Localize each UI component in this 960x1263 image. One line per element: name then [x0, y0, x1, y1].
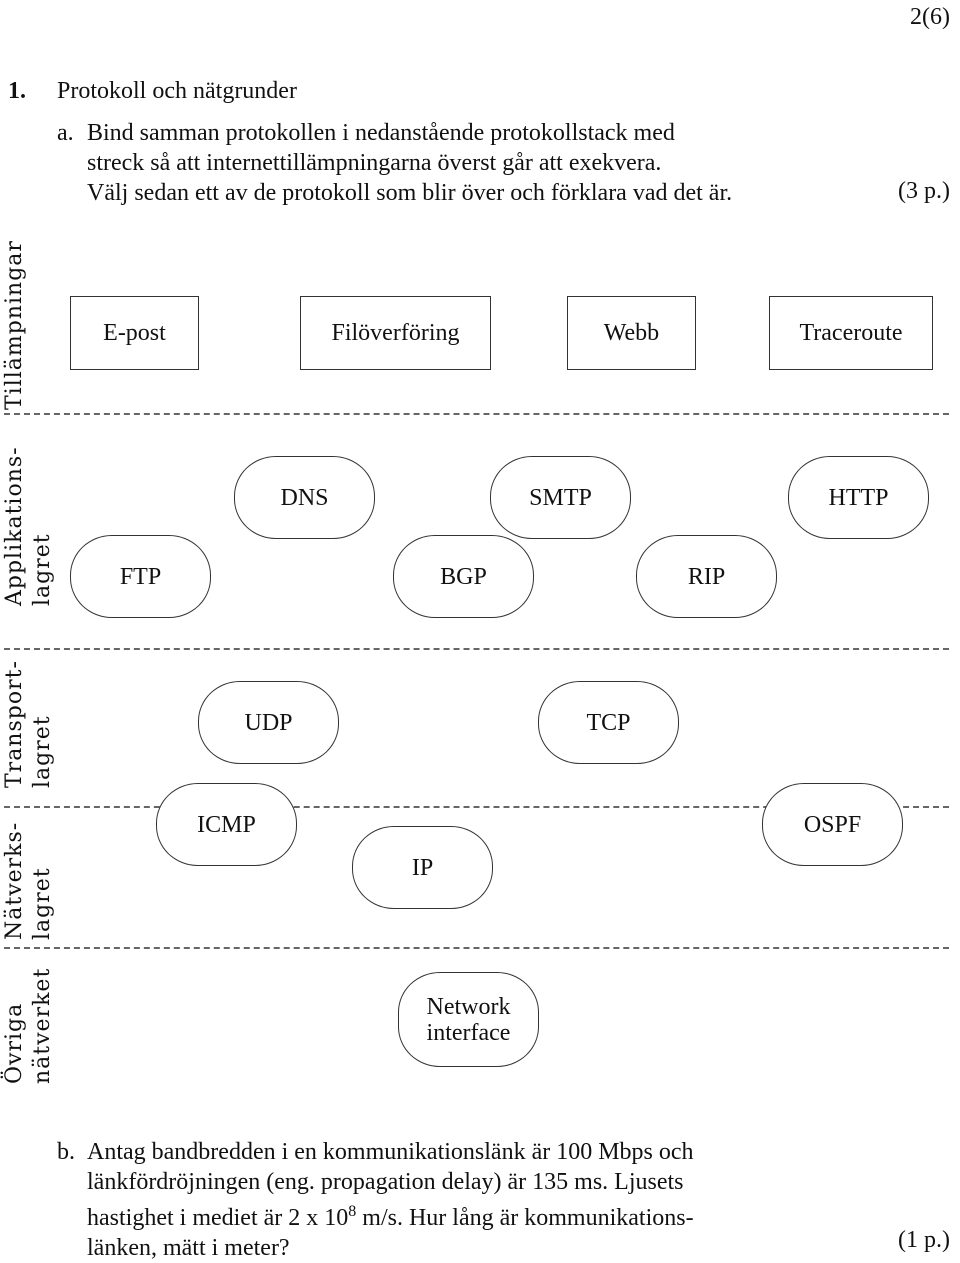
part-a-line: Bind samman protokollen i nedanstående p…	[87, 120, 675, 146]
part-a-points: (3 p.)	[898, 178, 950, 204]
app-box-traceroute: Traceroute	[769, 296, 933, 370]
protocol-smtp: SMTP	[490, 456, 631, 539]
layer-label-rest-of-network: Övriga nätverket	[2, 967, 55, 1084]
protocol-http: HTTP	[788, 456, 929, 539]
question-number: 1.	[8, 78, 26, 104]
protocol-tcp: TCP	[538, 681, 679, 764]
protocol-udp: UDP	[198, 681, 339, 764]
part-a-line: Välj sedan ett av de protokoll som blir …	[87, 180, 733, 206]
protocol-ospf: OSPF	[762, 783, 903, 866]
layer-divider	[4, 648, 949, 650]
app-box-filoverforing: Filöverföring	[300, 296, 491, 370]
part-b-points: (1 p.)	[898, 1227, 950, 1253]
protocol-rip: RIP	[636, 535, 777, 618]
layer-divider	[4, 413, 949, 415]
protocol-ftp: FTP	[70, 535, 211, 618]
layer-label-network-layer: Nätverks- lagret	[2, 821, 55, 940]
protocol-icmp: ICMP	[156, 783, 297, 866]
protocol-network-interface: Network interface	[398, 972, 539, 1067]
layer-label-application-layer: Applikations- lagret	[2, 446, 55, 606]
part-b-label: b.	[57, 1139, 75, 1165]
layer-divider	[4, 947, 949, 949]
protocol-bgp: BGP	[393, 535, 534, 618]
part-a-label: a.	[57, 120, 74, 146]
protocol-dns: DNS	[234, 456, 375, 539]
part-a-text: Bind samman protokollen i nedanstående p…	[87, 118, 732, 208]
layer-label-transport-layer: Transport- lagret	[2, 660, 55, 788]
part-a-line: streck så att internettillämpningarna öv…	[87, 150, 662, 176]
app-box-e-post: E-post	[70, 296, 199, 370]
protocol-ip: IP	[352, 826, 493, 909]
layer-label-applications: Tillämpningar	[2, 240, 27, 410]
app-box-webb: Webb	[567, 296, 696, 370]
question-title: Protokoll och nätgrunder	[57, 78, 297, 104]
page-number: 2(6)	[910, 4, 950, 30]
part-b-text: Antag bandbredden i en kommunikationslän…	[87, 1139, 694, 1261]
